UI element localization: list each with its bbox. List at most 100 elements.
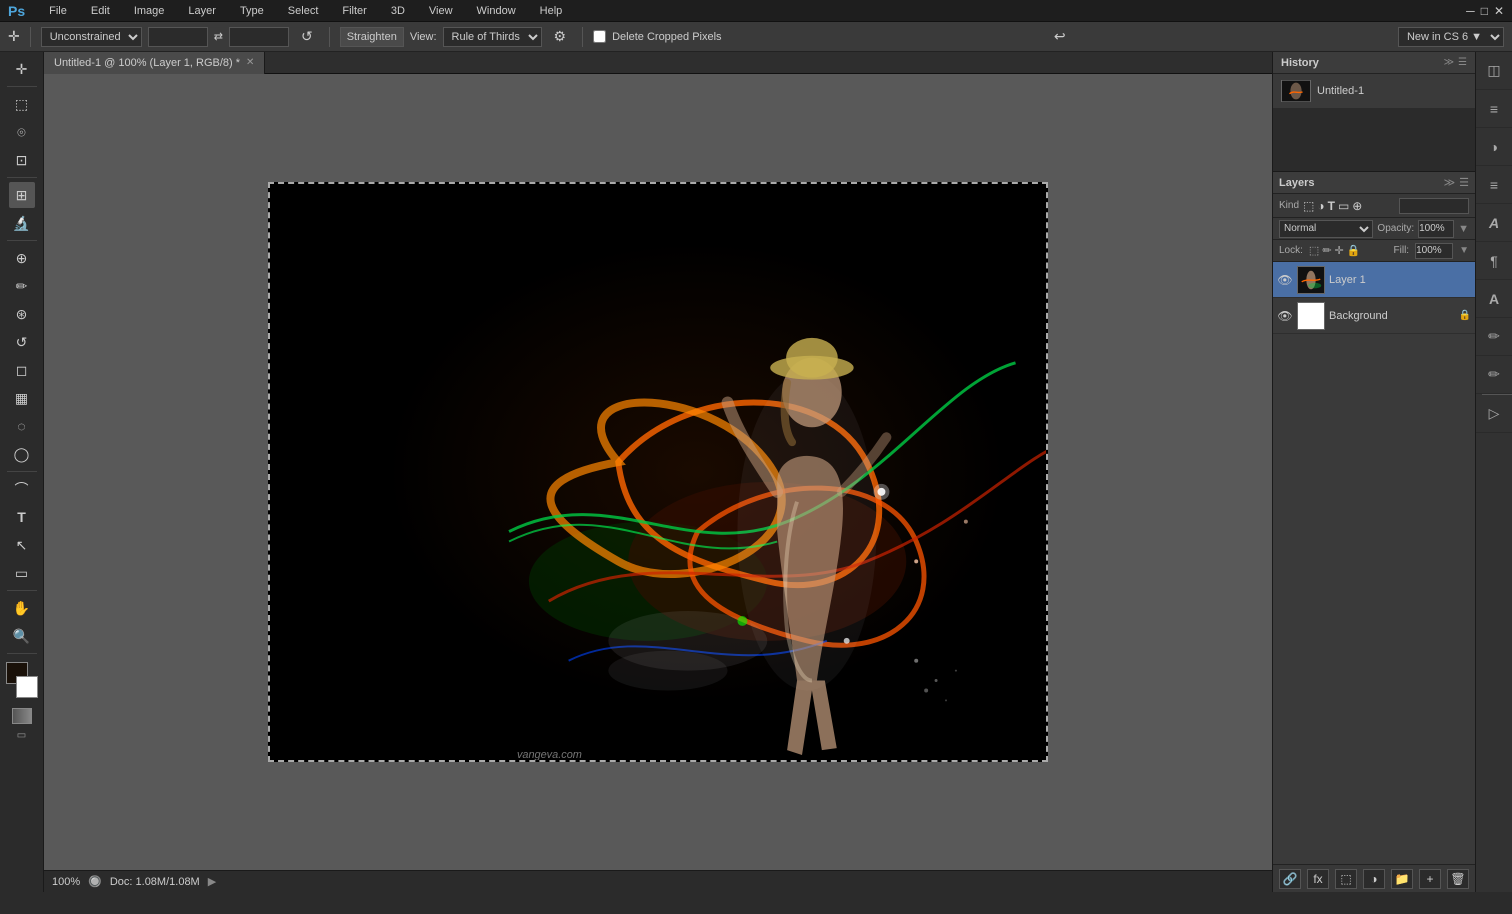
layer-search-input[interactable] bbox=[1399, 198, 1469, 214]
blur-tool[interactable]: ◌ bbox=[9, 413, 35, 439]
filter-smart-icon[interactable]: ⊕ bbox=[1352, 199, 1362, 213]
layers-menu-btn[interactable]: ☰ bbox=[1459, 176, 1469, 189]
move-tool[interactable]: ✛ bbox=[9, 56, 35, 82]
character-icon: A bbox=[1484, 213, 1504, 233]
width-input[interactable] bbox=[148, 27, 208, 47]
new-layer-btn[interactable]: + bbox=[1419, 869, 1441, 889]
add-mask-btn[interactable]: ⬚ bbox=[1335, 869, 1357, 889]
new-in-cs6-select[interactable]: New in CS 6 ▼ bbox=[1398, 27, 1504, 47]
fill-input[interactable] bbox=[1415, 243, 1453, 259]
gradient-tool[interactable]: ▦ bbox=[9, 385, 35, 411]
view-select[interactable]: Rule of Thirds bbox=[443, 27, 542, 47]
character-styles-icon: A bbox=[1484, 289, 1504, 309]
menu-layer[interactable]: Layer bbox=[184, 3, 220, 19]
paragraph-styles-panel-item[interactable]: ¶ Paragraph Styles bbox=[1476, 242, 1512, 280]
menu-select[interactable]: Select bbox=[284, 3, 323, 19]
status-arrow[interactable]: ▶ bbox=[208, 875, 216, 888]
height-input[interactable] bbox=[229, 27, 289, 47]
background-visibility-icon[interactable]: 👁 bbox=[1277, 309, 1293, 323]
restore-btn[interactable]: □ bbox=[1481, 4, 1488, 18]
menu-help[interactable]: Help bbox=[536, 3, 567, 19]
link-layers-btn[interactable]: 🔗 bbox=[1279, 869, 1301, 889]
filter-shape-icon[interactable]: ▭ bbox=[1338, 199, 1349, 213]
lock-move-icon[interactable]: ✛ bbox=[1335, 244, 1344, 257]
properties-panel-item[interactable]: ≡ Properties bbox=[1476, 166, 1512, 204]
adjustments-panel-item[interactable]: ◑ Adjustments bbox=[1476, 128, 1512, 166]
filter-adjustment-icon[interactable]: ◑ bbox=[1317, 199, 1324, 213]
view-settings-btn[interactable]: ⚙ bbox=[548, 27, 573, 47]
swap-icon[interactable]: ⇄ bbox=[214, 30, 223, 43]
straighten-button[interactable]: Straighten bbox=[340, 27, 404, 47]
lasso-tool[interactable]: ⌾ bbox=[9, 119, 35, 145]
layers-expand-btn[interactable]: ≫ bbox=[1444, 176, 1456, 189]
brush-tool[interactable]: ✏ bbox=[9, 273, 35, 299]
layers-kind-row: Kind ⬚ ◑ T ▭ ⊕ bbox=[1273, 194, 1475, 218]
menu-image[interactable]: Image bbox=[130, 3, 169, 19]
dodge-tool[interactable]: ◯ bbox=[9, 441, 35, 467]
eraser-tool[interactable]: ◻ bbox=[9, 357, 35, 383]
filter-pixel-icon[interactable]: ⬚ bbox=[1303, 199, 1314, 213]
history-menu-btn[interactable]: ☰ bbox=[1458, 57, 1467, 68]
menu-window[interactable]: Window bbox=[473, 3, 520, 19]
eyedropper-tool[interactable]: 🔬 bbox=[9, 210, 35, 236]
character-panel-item[interactable]: A Character bbox=[1476, 204, 1512, 242]
document-tab[interactable]: Untitled-1 @ 100% (Layer 1, RGB/8) * ✕ bbox=[44, 52, 265, 74]
constraint-select[interactable]: Unconstrained bbox=[41, 27, 142, 47]
filter-type-icon[interactable]: T bbox=[1328, 199, 1335, 213]
artwork-svg: vangeva.com bbox=[270, 184, 1046, 760]
layer-effects-btn[interactable]: fx bbox=[1307, 869, 1329, 889]
lock-paint-icon[interactable]: ✏ bbox=[1322, 244, 1331, 257]
quick-mask-btn[interactable] bbox=[12, 708, 32, 724]
history-expand-btn[interactable]: ≫ bbox=[1444, 57, 1454, 68]
shape-tool[interactable]: ▭ bbox=[9, 560, 35, 586]
mini-bridge-panel-item[interactable]: ◫ Mini Bridge bbox=[1476, 52, 1512, 90]
opacity-arrow[interactable]: ▼ bbox=[1458, 223, 1469, 235]
zoom-tool[interactable]: 🔍 bbox=[9, 623, 35, 649]
history-item[interactable]: Untitled-1 bbox=[1277, 78, 1471, 104]
close-btn[interactable]: ✕ bbox=[1494, 4, 1504, 18]
menu-3d[interactable]: 3D bbox=[387, 3, 409, 19]
ps-logo: Ps bbox=[8, 3, 25, 19]
layer1-visibility-icon[interactable]: 👁 bbox=[1277, 273, 1293, 287]
layer-row-layer1[interactable]: 👁 Layer 1 bbox=[1273, 262, 1475, 298]
brush-panel-item[interactable]: ✏ Brush bbox=[1476, 356, 1512, 394]
canvas-workspace[interactable]: vangeva.com bbox=[44, 74, 1272, 870]
menu-file[interactable]: File bbox=[45, 3, 71, 19]
lock-transparent-icon[interactable]: ⬚ bbox=[1309, 244, 1319, 257]
background-color[interactable] bbox=[16, 676, 38, 698]
pen-tool[interactable]: ⌒ bbox=[9, 476, 35, 502]
healing-tool[interactable]: ⊕ bbox=[9, 245, 35, 271]
fill-arrow[interactable]: ▼ bbox=[1459, 245, 1469, 256]
tab-close-btn[interactable]: ✕ bbox=[246, 57, 254, 68]
options-bar: ✛ Unconstrained ⇄ ↺ Straighten View: Rul… bbox=[0, 22, 1512, 52]
character-styles-panel-item[interactable]: A Character Styles bbox=[1476, 280, 1512, 318]
new-group-btn[interactable]: 📁 bbox=[1391, 869, 1413, 889]
new-adjustment-btn[interactable]: ◑ bbox=[1363, 869, 1385, 889]
menu-view[interactable]: View bbox=[425, 3, 457, 19]
layers-panel-item[interactable]: ≡ Layers bbox=[1476, 90, 1512, 128]
reset-button[interactable]: ↺ bbox=[295, 27, 319, 47]
layer-row-background[interactable]: 👁 Background 🔒 bbox=[1273, 298, 1475, 334]
menu-filter[interactable]: Filter bbox=[338, 3, 370, 19]
marquee-tool[interactable]: ⬚ bbox=[9, 91, 35, 117]
screen-mode-btn[interactable]: ▭ bbox=[17, 730, 26, 741]
timeline-panel-item[interactable]: ▷ Timeline bbox=[1476, 395, 1512, 433]
type-tool[interactable]: T bbox=[9, 504, 35, 530]
brush-presets-panel-item[interactable]: ✏ Brush Presets bbox=[1476, 318, 1512, 356]
opacity-input[interactable] bbox=[1418, 220, 1454, 238]
delete-cropped-check[interactable] bbox=[593, 30, 606, 43]
history-brush-tool[interactable]: ↺ bbox=[9, 329, 35, 355]
minimize-btn[interactable]: ─ bbox=[1466, 4, 1475, 18]
menu-edit[interactable]: Edit bbox=[87, 3, 114, 19]
menu-type[interactable]: Type bbox=[236, 3, 268, 19]
lock-all-icon[interactable]: 🔒 bbox=[1347, 244, 1361, 257]
separator-1 bbox=[30, 27, 31, 47]
clone-tool[interactable]: ⊛ bbox=[9, 301, 35, 327]
delete-layer-btn[interactable]: 🗑 bbox=[1447, 869, 1469, 889]
blend-mode-select[interactable]: Normal bbox=[1279, 220, 1373, 238]
quick-select-tool[interactable]: ⊡ bbox=[9, 147, 35, 173]
crop-tool[interactable]: ⊞ bbox=[9, 182, 35, 208]
commit-btn[interactable]: ↩ bbox=[1048, 27, 1072, 47]
hand-tool[interactable]: ✋ bbox=[9, 595, 35, 621]
path-select-tool[interactable]: ↖ bbox=[9, 532, 35, 558]
